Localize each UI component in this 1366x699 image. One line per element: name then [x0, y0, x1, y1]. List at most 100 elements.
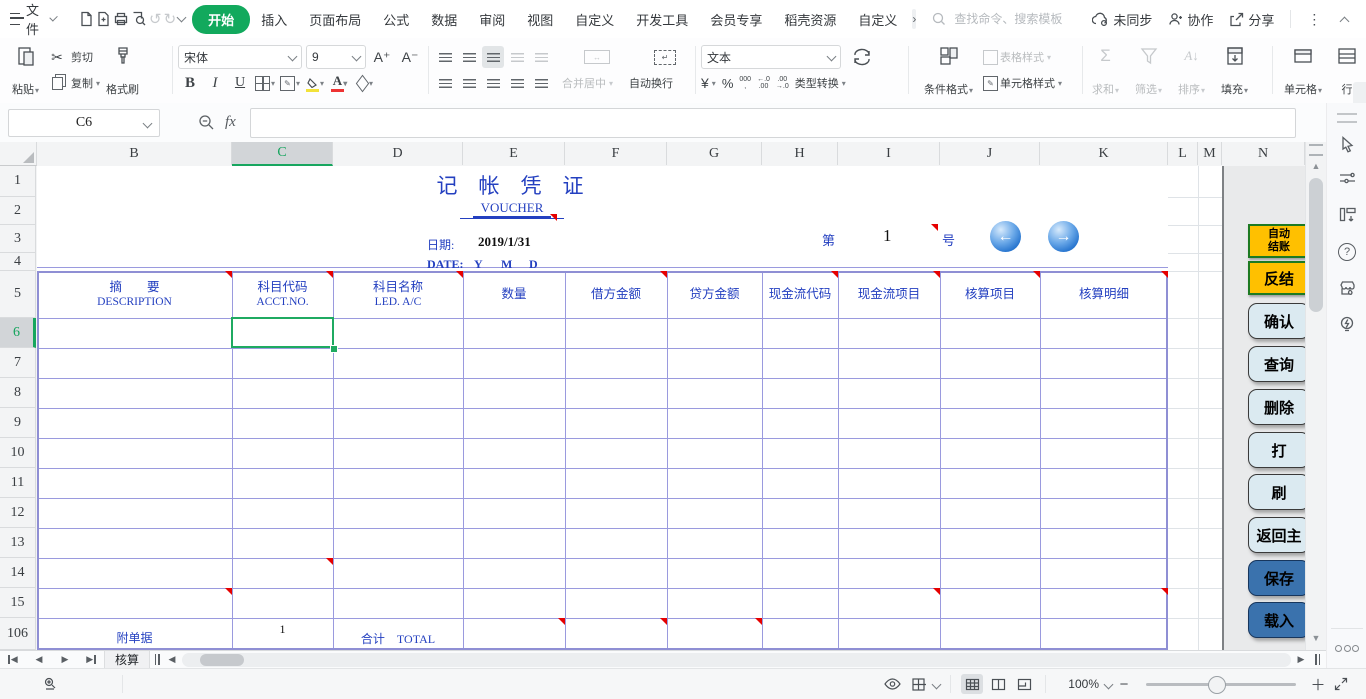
table-style-button[interactable]: 表格样式▾	[983, 44, 1062, 70]
scrollbar-splitter[interactable]	[1315, 654, 1320, 665]
layout-transform-icon[interactable]	[1338, 206, 1356, 224]
collapse-ribbon-button[interactable]	[1332, 7, 1356, 31]
align-middle-button[interactable]	[458, 46, 480, 68]
macro-button-载入[interactable]: 载入	[1248, 602, 1310, 638]
macro-button-确认[interactable]: 确认	[1248, 303, 1310, 339]
ribbon-tab-页面布局[interactable]: 页面布局	[298, 5, 372, 34]
font-name-select[interactable]: 宋体	[178, 45, 302, 69]
row-header-13[interactable]: 13	[0, 528, 36, 558]
fill-button[interactable]: 填充▾	[1217, 44, 1252, 98]
ribbon-tab-自定义[interactable]: 自定义	[847, 5, 908, 34]
sum-button[interactable]: Σ 求和▾	[1088, 44, 1123, 98]
split-handle[interactable]	[1309, 144, 1323, 156]
ribbon-tab-审阅[interactable]: 审阅	[468, 5, 516, 34]
column-header-I[interactable]: I	[838, 142, 940, 165]
row-header-8[interactable]: 8	[0, 378, 36, 408]
fill-handle[interactable]	[330, 345, 338, 353]
macro-record-icon[interactable]	[40, 674, 62, 694]
row-header-4[interactable]: 4	[0, 253, 36, 271]
row-header-106[interactable]: 106	[0, 618, 36, 650]
distribute-button[interactable]	[530, 72, 552, 94]
column-header-B[interactable]: B	[37, 142, 232, 165]
column-header-L[interactable]: L	[1168, 142, 1198, 165]
zoom-slider[interactable]	[1146, 683, 1296, 686]
ribbon-tab-开始[interactable]: 开始	[192, 5, 250, 34]
eraser-button[interactable]: ▾	[353, 72, 377, 94]
vertical-scroll-thumb[interactable]	[1309, 178, 1323, 312]
column-header-E[interactable]: E	[463, 142, 565, 165]
justify-button[interactable]	[506, 72, 528, 94]
paste-button[interactable]: 粘贴▾	[8, 44, 43, 98]
undo-button[interactable]: ↺	[149, 7, 162, 31]
save-button[interactable]	[96, 7, 111, 31]
cells-button[interactable]: 单元格▾	[1280, 44, 1326, 98]
table-header-H5[interactable]: 现金流代码	[762, 273, 838, 316]
zoom-out-button[interactable]: −	[1116, 676, 1132, 693]
fullscreen-button[interactable]	[1330, 674, 1352, 694]
ribbon-tab-视图[interactable]: 视图	[516, 5, 564, 34]
row-header-9[interactable]: 9	[0, 408, 36, 438]
column-header-K[interactable]: K	[1040, 142, 1168, 165]
table-header-B5[interactable]: 摘 要DESCRIPTION	[37, 273, 232, 316]
macro-button-自动结账[interactable]: 自动结账	[1248, 224, 1310, 258]
macro-button-刷[interactable]: 刷	[1248, 474, 1310, 510]
row-header-14[interactable]: 14	[0, 558, 36, 588]
zoom-formula-icon[interactable]	[198, 114, 215, 131]
macro-button-打[interactable]: 打	[1248, 432, 1310, 468]
tab-area-splitter[interactable]	[153, 654, 161, 665]
ribbon-tab-插入[interactable]: 插入	[250, 5, 298, 34]
eye-protect-icon[interactable]	[881, 674, 903, 694]
decrease-decimal-button[interactable]: .00 →.0	[776, 76, 789, 90]
ribbon-tab-稻壳资源[interactable]: 稻壳资源	[773, 5, 847, 34]
next-sheet-button[interactable]: ▶	[52, 652, 78, 668]
ribbon-tab-数据[interactable]: 数据	[420, 5, 468, 34]
decrease-font-button[interactable]: A⁻	[398, 46, 422, 68]
page-break-view-button[interactable]	[1013, 674, 1035, 694]
formula-input[interactable]	[250, 108, 1296, 138]
number-format-select[interactable]: 文本	[701, 45, 841, 69]
ribbon-tab-公式[interactable]: 公式	[372, 5, 420, 34]
row-header-10[interactable]: 10	[0, 438, 36, 468]
reading-mode-icon[interactable]	[907, 674, 929, 694]
row-header-1[interactable]: 1	[0, 166, 36, 197]
table-header-E5[interactable]: 数量	[463, 273, 565, 316]
macro-button-删除[interactable]: 删除	[1248, 389, 1310, 425]
thousands-format-button[interactable]: 000 ,	[739, 76, 751, 90]
next-voucher-button[interactable]: →	[1048, 221, 1079, 252]
decrease-indent-button[interactable]	[506, 46, 528, 68]
sheet-canvas[interactable]: 记 帐 凭 证VOUCHER日期:2019/1/31DATE:YMD第1号←→摘…	[37, 166, 1222, 650]
conditional-format-button[interactable]: 条件格式▾	[920, 44, 977, 98]
quickbar-more-button[interactable]	[178, 7, 185, 31]
currency-format-button[interactable]: ¥▾	[701, 70, 716, 96]
increase-indent-button[interactable]	[530, 46, 552, 68]
table-header-D5[interactable]: 科目名称LED. A/C	[333, 273, 463, 316]
font-color-button[interactable]: A ▾	[328, 72, 352, 94]
scroll-down-button[interactable]: ▼	[1308, 630, 1324, 646]
italic-button[interactable]: I	[203, 72, 227, 94]
print-button[interactable]	[113, 7, 129, 31]
macro-button-保存[interactable]: 保存	[1248, 560, 1310, 596]
macro-button-查询[interactable]: 查询	[1248, 346, 1310, 382]
ribbon-tab-开发工具[interactable]: 开发工具	[625, 5, 699, 34]
new-file-button[interactable]	[79, 7, 94, 31]
macro-button-反结[interactable]: 反结	[1248, 261, 1310, 295]
column-header-F[interactable]: F	[565, 142, 667, 165]
table-header-G5[interactable]: 贷方金额	[667, 273, 762, 316]
underline-button[interactable]: U	[228, 72, 252, 94]
template-store-icon[interactable]	[1338, 279, 1356, 297]
horizontal-scrollbar[interactable]	[182, 653, 1291, 667]
wrap-text-button[interactable]: 自动换行	[629, 70, 673, 96]
align-center-button[interactable]	[458, 72, 480, 94]
column-header-H[interactable]: H	[762, 142, 838, 165]
hscroll-right-button[interactable]: ▶	[1293, 652, 1309, 668]
help-icon[interactable]: ?	[1338, 243, 1356, 261]
sort-button[interactable]: A↓ 排序▾	[1174, 44, 1209, 98]
search-input[interactable]	[952, 11, 1086, 27]
zoom-in-button[interactable]: ＋	[1310, 674, 1326, 695]
copy-button[interactable]: 复制▾	[45, 70, 100, 96]
print-preview-button[interactable]	[131, 7, 147, 31]
font-size-select[interactable]: 9	[306, 45, 366, 69]
table-header-K5[interactable]: 核算明细	[1040, 273, 1168, 316]
table-header-F5[interactable]: 借方金额	[565, 273, 667, 316]
column-header-G[interactable]: G	[667, 142, 762, 165]
